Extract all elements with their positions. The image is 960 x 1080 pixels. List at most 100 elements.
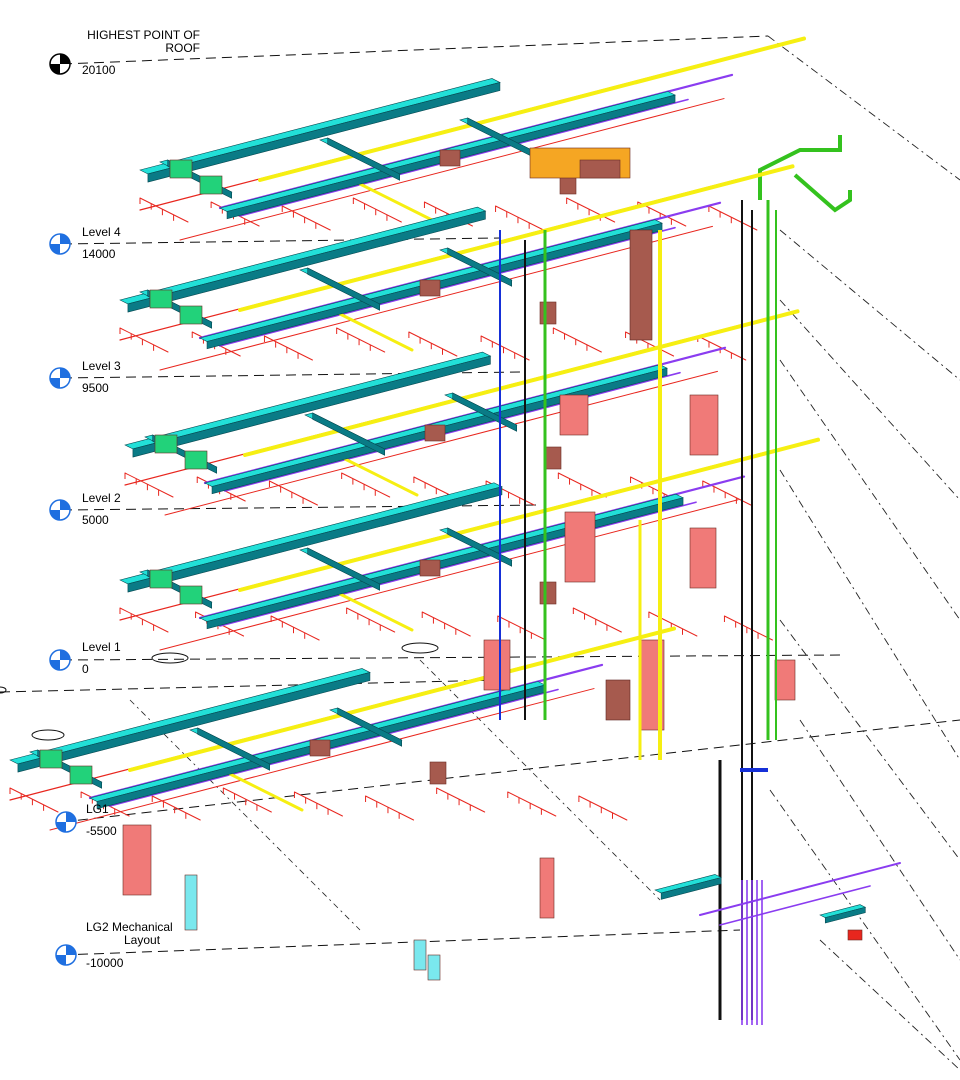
- level-head-q3: [56, 822, 66, 832]
- level-head-icon-0: [49, 53, 71, 75]
- secondary-duct-top: [199, 493, 684, 622]
- ahu-unit-2: [184, 450, 208, 470]
- sprinkler-branch: [124, 472, 174, 498]
- level-head-q1: [60, 234, 70, 244]
- level-head-q3: [50, 64, 60, 74]
- level-name-line2: Layout: [124, 933, 161, 947]
- lg2-cyan-tank-2: [427, 954, 441, 981]
- floor-lg1: [9, 626, 676, 831]
- sprinkler-branch: [497, 615, 547, 641]
- boundary-line-5: [779, 619, 960, 861]
- datum-line-5: [0, 679, 501, 693]
- boundary-line-0: [767, 35, 960, 181]
- brown-vertical-duct: [629, 229, 653, 341]
- lg2-cyan-tank: [413, 939, 427, 971]
- ahu-unit: [39, 749, 63, 769]
- level-elevation: 5000: [82, 513, 109, 527]
- brown-equipment: [309, 739, 331, 757]
- level-head-q3: [50, 660, 60, 670]
- salmon-equipment-8: [539, 857, 555, 919]
- level-head-q3: [50, 244, 60, 254]
- sprinkler-branch: [119, 327, 169, 353]
- brown-equipment: [419, 559, 441, 577]
- brown-equipment: [439, 149, 461, 167]
- ahu-unit: [149, 289, 173, 309]
- reference-ellipse-2: [31, 729, 65, 741]
- ahu-unit-2: [199, 175, 223, 195]
- brown-equipment-2: [539, 581, 557, 605]
- datum-line-3: [61, 504, 541, 511]
- level-heads: [49, 53, 77, 966]
- sprinkler-branch: [552, 327, 602, 353]
- sprinkler-main-2: [49, 688, 595, 831]
- roof-brown-unit: [579, 159, 621, 179]
- salmon-equipment-0: [559, 394, 589, 436]
- sprinkler-branch: [9, 787, 59, 813]
- main-duct-side: [127, 486, 503, 593]
- salmon-equipment-4: [483, 639, 511, 691]
- purple-pipe-2: [219, 226, 676, 347]
- brown-equipment: [419, 279, 441, 297]
- level-elevation: 20100: [82, 63, 116, 77]
- yellow-main: [128, 626, 676, 772]
- purple-pipe-2: [224, 371, 681, 492]
- ahu-unit-2: [69, 765, 93, 785]
- level-elevation: 0: [82, 662, 89, 676]
- level-name: Level 3: [82, 359, 121, 373]
- level-head-icon-5: [55, 811, 77, 833]
- level-head-q3: [50, 378, 60, 388]
- yellow-branch: [338, 592, 414, 632]
- yellow-branch: [228, 772, 304, 812]
- sprinkler-branch: [268, 480, 318, 506]
- level-elevation: -5500: [86, 824, 117, 838]
- level-name: Level 4: [82, 225, 121, 239]
- sprinkler-branch: [293, 791, 343, 817]
- level-head-icon-6: [55, 944, 77, 966]
- brown-equipment-2: [544, 446, 562, 470]
- level-head-q1: [60, 500, 70, 510]
- yellow-branch: [338, 312, 414, 352]
- boundary-line-3: [779, 359, 960, 621]
- boundary-line-6: [799, 719, 960, 961]
- sprinkler-branch: [436, 787, 486, 813]
- brown-equipment-2: [539, 301, 557, 325]
- level-head-q3: [50, 510, 60, 520]
- level-head-icon-2: [49, 367, 71, 389]
- sprinkler-branch: [151, 795, 201, 821]
- sprinkler-branch: [723, 615, 773, 641]
- sprinkler-branch: [507, 791, 557, 817]
- lg1-cyan-pump: [184, 874, 198, 931]
- level-name: LG1: [86, 802, 109, 816]
- level-elevation: 9500: [82, 381, 109, 395]
- salmon-equipment-1: [689, 394, 719, 456]
- sprinkler-branch: [421, 611, 471, 637]
- level-elevation: 14000: [82, 247, 116, 261]
- sprinkler-branch: [708, 205, 758, 231]
- level-head-q1: [66, 945, 76, 955]
- sprinkler-main-2: [164, 370, 718, 516]
- datum-line-4: [61, 654, 841, 661]
- ahu-unit: [169, 159, 193, 179]
- boundary-line-2: [779, 299, 960, 501]
- ahu-unit-2: [179, 585, 203, 605]
- lg2-purple-main: [699, 862, 901, 916]
- level-head-q3: [56, 955, 66, 965]
- floor-systems: [9, 36, 852, 919]
- yellow-branch: [358, 182, 434, 222]
- sprinkler-main-2: [159, 499, 739, 651]
- sprinkler-branch: [139, 197, 189, 223]
- brown-tank: [605, 679, 631, 721]
- yellow-branch: [343, 457, 419, 497]
- ahu-unit: [154, 434, 178, 454]
- boundary-line-8: [819, 939, 960, 1071]
- sprinkler-branch: [263, 335, 313, 361]
- level-head-icon-3: [49, 499, 71, 521]
- boundary-line-7: [769, 789, 960, 1061]
- lg2-red-unit: [847, 929, 863, 941]
- sprinkler-branch: [572, 607, 622, 633]
- ahu-unit-2: [179, 305, 203, 325]
- diag-line-0: [129, 699, 361, 931]
- level-head-q1: [66, 812, 76, 822]
- boundary-line-4: [779, 469, 960, 761]
- boundary-line-1: [779, 229, 960, 381]
